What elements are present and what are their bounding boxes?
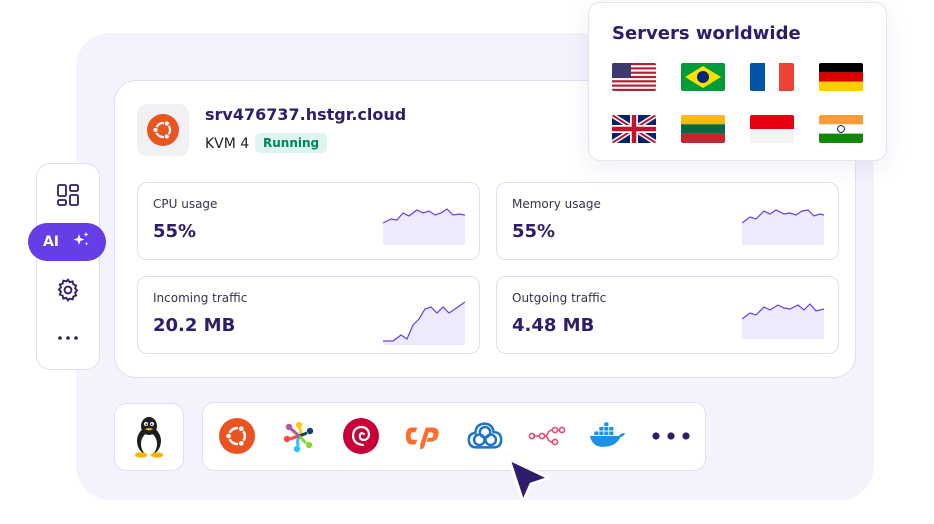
linux-icon[interactable] [114,403,184,471]
almalinux-icon[interactable] [280,417,318,455]
cloudpanel-icon[interactable] [466,417,504,455]
dashboard-icon[interactable] [54,181,82,209]
uk-flag[interactable] [612,115,656,143]
cursor-icon [505,456,553,514]
outgoing-sparkline [742,303,824,339]
cpanel-icon[interactable] [404,417,442,455]
incoming-sparkline [383,301,465,345]
memory-usage-card: Memory usage 55% [496,182,839,260]
docker-icon[interactable] [588,417,626,455]
outgoing-traffic-card: Outgoing traffic 4.48 MB [496,276,839,354]
n8n-icon[interactable] [528,417,566,455]
more-icon[interactable] [54,324,82,352]
france-flag[interactable] [750,63,794,91]
cpu-sparkline [383,208,465,245]
more-apps-icon[interactable] [652,417,690,455]
apps-bar [202,402,706,471]
debian-icon[interactable] [342,417,380,455]
side-toolbar [36,163,100,370]
sparkle-icon [71,230,91,254]
metric-value: 55% [153,221,197,242]
incoming-traffic-card: Incoming traffic 20.2 MB [137,276,480,354]
memory-sparkline [742,209,824,245]
ai-assistant-button[interactable]: AI [28,223,106,261]
metric-value: 55% [512,221,556,242]
metric-value: 20.2 MB [153,315,236,336]
indonesia-flag[interactable] [750,115,794,143]
germany-flag[interactable] [819,63,863,91]
server-hostname: srv476737.hstgr.cloud [205,105,407,124]
metric-label: CPU usage [153,197,218,211]
metric-label: Memory usage [512,197,601,211]
us-flag[interactable] [612,63,656,91]
server-plan: KVM 4 [205,136,250,152]
ai-label: AI [42,234,60,250]
lithuania-flag[interactable] [681,115,725,143]
metric-label: Incoming traffic [153,291,248,305]
metric-label: Outgoing traffic [512,291,607,305]
servers-worldwide-panel: Servers worldwide [588,2,887,161]
cpu-usage-card: CPU usage 55% [137,182,480,260]
status-badge: Running [255,133,328,153]
india-flag[interactable] [819,115,863,143]
ubuntu-icon[interactable] [218,417,256,455]
ubuntu-icon [137,104,189,156]
settings-icon[interactable] [54,276,82,304]
metric-value: 4.48 MB [512,315,595,336]
servers-title: Servers worldwide [612,23,801,44]
brazil-flag[interactable] [681,63,725,91]
